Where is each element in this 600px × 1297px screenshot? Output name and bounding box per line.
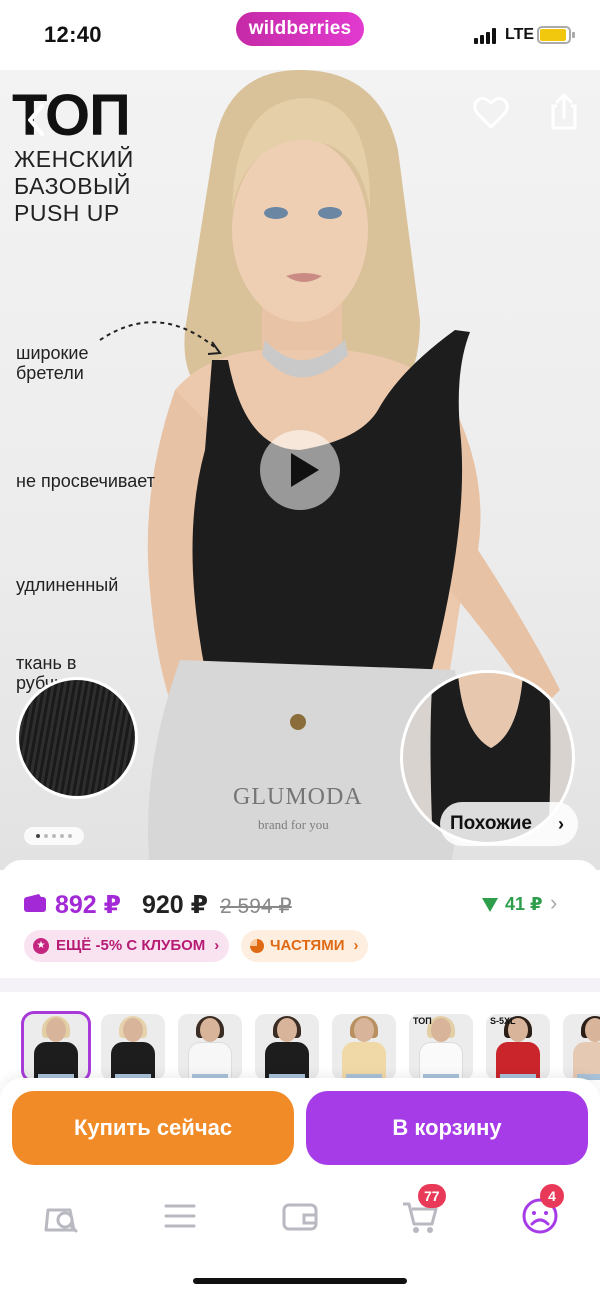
variant-thumbnail[interactable]: ТОП — [409, 1014, 473, 1080]
wallet-tab-icon[interactable] — [280, 1196, 320, 1236]
cart-tab[interactable]: 77 — [400, 1184, 446, 1236]
hero-subtitle: ЖЕНСКИЙ БАЗОВЫЙ PUSH UP — [14, 146, 134, 226]
search-bag-icon[interactable] — [42, 1196, 82, 1236]
profile-badge: 4 — [540, 1184, 564, 1208]
pie-icon — [250, 939, 264, 953]
price-drop[interactable]: 41 ₽ — [505, 894, 543, 915]
installments-badge[interactable]: ЧАСТЯМИ › — [241, 930, 369, 962]
regular-price: 920 ₽ — [142, 891, 209, 919]
battery-icon — [537, 26, 575, 44]
heart-icon[interactable] — [472, 94, 510, 132]
network-type: LTE — [505, 26, 535, 43]
status-time: 12:40 — [44, 22, 102, 47]
similar-button-label: Похожие — [450, 813, 532, 834]
fabric-detail-zoom — [16, 677, 138, 799]
buy-now-button[interactable]: Купить сейчас — [12, 1091, 294, 1165]
tab-bar: 77 4 — [0, 1178, 600, 1297]
chevron-right-icon[interactable]: › — [550, 890, 557, 916]
variant-thumbnail[interactable] — [255, 1014, 319, 1080]
wallet-icon — [24, 894, 46, 912]
brand-tagline: brand for you — [258, 817, 329, 832]
star-icon: ★ — [33, 938, 49, 954]
price-card: 892 ₽ 920 ₽ 2 594 ₽ 41 ₽ › ★ ЕЩЁ -5% С К… — [0, 860, 600, 978]
play-icon[interactable] — [260, 430, 340, 510]
price-down-icon — [482, 898, 498, 912]
variant-thumbnail[interactable] — [332, 1014, 396, 1080]
variant-thumbnail[interactable]: S-5XL — [486, 1014, 550, 1080]
product-image-gallery[interactable]: ТОП ЖЕНСКИЙ БАЗОВЫЙ PUSH UP широкие брет… — [0, 70, 600, 870]
similar-button[interactable]: Похожие › — [440, 802, 578, 846]
club-discount-badge[interactable]: ★ ЕЩЁ -5% С КЛУБОМ › — [24, 930, 230, 962]
thumbnail-label: S-5XL — [490, 1016, 516, 1026]
feature-not-see-through: не просвечивает — [16, 471, 155, 491]
chevron-right-icon: › — [353, 937, 359, 954]
variant-thumbnail[interactable] — [563, 1014, 600, 1080]
old-price: 2 594 ₽ — [220, 895, 292, 918]
home-indicator — [193, 1278, 407, 1284]
add-to-cart-button[interactable]: В корзину — [306, 1091, 588, 1165]
section-divider — [0, 978, 600, 992]
thumbnail-label: ТОП — [413, 1016, 432, 1026]
status-bar: 12:40 wildberries LTE — [0, 0, 600, 70]
share-icon[interactable] — [545, 92, 583, 132]
chevron-right-icon: › — [214, 937, 220, 954]
feature-elongated: удлиненный — [16, 575, 119, 595]
club-discount-label: ЕЩЁ -5% С КЛУБОМ — [56, 937, 206, 954]
variant-thumbnail[interactable] — [21, 1011, 91, 1083]
variant-thumbnail[interactable] — [178, 1014, 242, 1080]
variant-thumbnail[interactable] — [101, 1014, 165, 1080]
installments-label: ЧАСТЯМИ — [270, 937, 345, 954]
feature-wide-straps: широкие бретели — [16, 343, 89, 383]
brand-watermark: GLUMODA — [233, 784, 363, 810]
wildberries-pill[interactable]: wildberries — [236, 12, 364, 46]
signal-icon — [474, 28, 496, 44]
chevron-right-icon: › — [558, 814, 564, 834]
cart-badge: 77 — [418, 1184, 446, 1208]
catalog-menu-icon[interactable] — [160, 1196, 200, 1236]
wallet-price: 892 ₽ — [55, 891, 122, 919]
action-bar: Купить сейчас В корзину — [0, 1078, 600, 1178]
chevron-left-icon[interactable] — [22, 100, 52, 140]
gallery-pagination — [24, 827, 84, 845]
profile-tab[interactable]: 4 — [520, 1184, 564, 1236]
